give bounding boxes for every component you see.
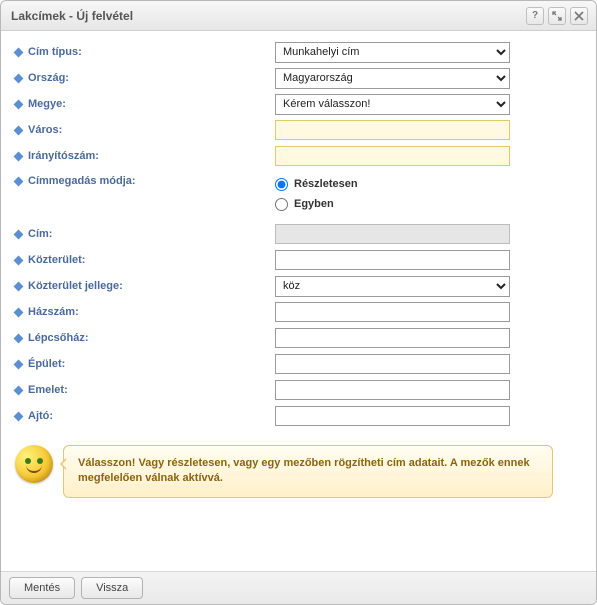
help-icon: ?: [532, 10, 538, 21]
bullet-icon: [14, 125, 24, 135]
close-icon: [574, 11, 584, 21]
input-ajto[interactable]: [275, 406, 510, 426]
label-iranyitoszam: Irányítószám:: [28, 150, 99, 162]
bullet-icon: [14, 307, 24, 317]
bullet-icon: [14, 411, 24, 421]
radio-egyben[interactable]: [275, 198, 288, 211]
input-iranyitoszam[interactable]: [275, 146, 510, 166]
row-iranyitoszam: Irányítószám:: [15, 145, 582, 167]
row-megye: Megye: Kérem válasszon!: [15, 93, 582, 115]
back-button[interactable]: Vissza: [81, 577, 143, 599]
row-kozterulet: Közterület:: [15, 249, 582, 271]
bullet-icon: [14, 359, 24, 369]
radio-reszletesen[interactable]: [275, 178, 288, 191]
bullet-icon: [14, 151, 24, 161]
radio-label-reszletesen[interactable]: Részletesen: [294, 178, 358, 190]
label-kozterulet-jelleg: Közterület jellege:: [28, 280, 123, 292]
hint-text: Válasszon! Vagy részletesen, vagy egy me…: [78, 457, 530, 484]
label-cim: Cím:: [28, 228, 52, 240]
dialog-window: Lakcímek - Új felvétel ? Cím típus: Munk…: [0, 0, 597, 605]
bullet-icon: [14, 385, 24, 395]
select-cim-tipus[interactable]: Munkahelyi cím: [275, 42, 510, 63]
radio-label-egyben[interactable]: Egyben: [294, 198, 334, 210]
row-epulet: Épület:: [15, 353, 582, 375]
row-kozterulet-jelleg: Közterület jellege: köz: [15, 275, 582, 297]
row-cim-tipus: Cím típus: Munkahelyi cím: [15, 41, 582, 63]
bullet-icon: [14, 281, 24, 291]
bullet-icon: [14, 47, 24, 57]
bullet-icon: [14, 229, 24, 239]
label-cim-tipus: Cím típus:: [28, 46, 82, 58]
row-cim: Cím:: [15, 223, 582, 245]
expand-icon: [552, 11, 562, 21]
row-lepcsohaz: Lépcsőház:: [15, 327, 582, 349]
input-kozterulet[interactable]: [275, 250, 510, 270]
row-varos: Város:: [15, 119, 582, 141]
titlebar: Lakcímek - Új felvétel ?: [1, 1, 596, 31]
close-button[interactable]: [570, 7, 588, 25]
footer: Mentés Vissza: [1, 571, 596, 604]
input-cim: [275, 224, 510, 244]
label-megye: Megye:: [28, 98, 66, 110]
input-emelet[interactable]: [275, 380, 510, 400]
row-hazszam: Házszám:: [15, 301, 582, 323]
label-lepcsohaz: Lépcsőház:: [28, 332, 89, 344]
hint-box: Válasszon! Vagy részletesen, vagy egy me…: [15, 445, 582, 498]
label-orszag: Ország:: [28, 72, 69, 84]
select-megye[interactable]: Kérem válasszon!: [275, 94, 510, 115]
label-emelet: Emelet:: [28, 384, 68, 396]
row-ajto: Ajtó:: [15, 405, 582, 427]
bullet-icon: [14, 176, 24, 186]
input-lepcsohaz[interactable]: [275, 328, 510, 348]
bullet-icon: [14, 333, 24, 343]
bullet-icon: [14, 255, 24, 265]
hint-bubble: Válasszon! Vagy részletesen, vagy egy me…: [63, 445, 553, 498]
smiley-icon: [15, 445, 53, 483]
row-cimmegadas: Címmegadás módja: Részletesen Egyben: [15, 171, 582, 217]
label-cimmegadas: Címmegadás módja:: [28, 175, 136, 187]
input-varos[interactable]: [275, 120, 510, 140]
label-epulet: Épület:: [28, 358, 65, 370]
label-varos: Város:: [28, 124, 62, 136]
select-kozterulet-jelleg[interactable]: köz: [275, 276, 510, 297]
maximize-button[interactable]: [548, 7, 566, 25]
select-orszag[interactable]: Magyarország: [275, 68, 510, 89]
input-hazszam[interactable]: [275, 302, 510, 322]
form-content: Cím típus: Munkahelyi cím Ország: Magyar…: [1, 31, 596, 571]
row-orszag: Ország: Magyarország: [15, 67, 582, 89]
help-button[interactable]: ?: [526, 7, 544, 25]
save-button[interactable]: Mentés: [9, 577, 75, 599]
window-title: Lakcímek - Új felvétel: [11, 9, 522, 23]
bullet-icon: [14, 73, 24, 83]
row-emelet: Emelet:: [15, 379, 582, 401]
input-epulet[interactable]: [275, 354, 510, 374]
bullet-icon: [14, 99, 24, 109]
label-ajto: Ajtó:: [28, 410, 53, 422]
label-kozterulet: Közterület:: [28, 254, 85, 266]
label-hazszam: Házszám:: [28, 306, 79, 318]
